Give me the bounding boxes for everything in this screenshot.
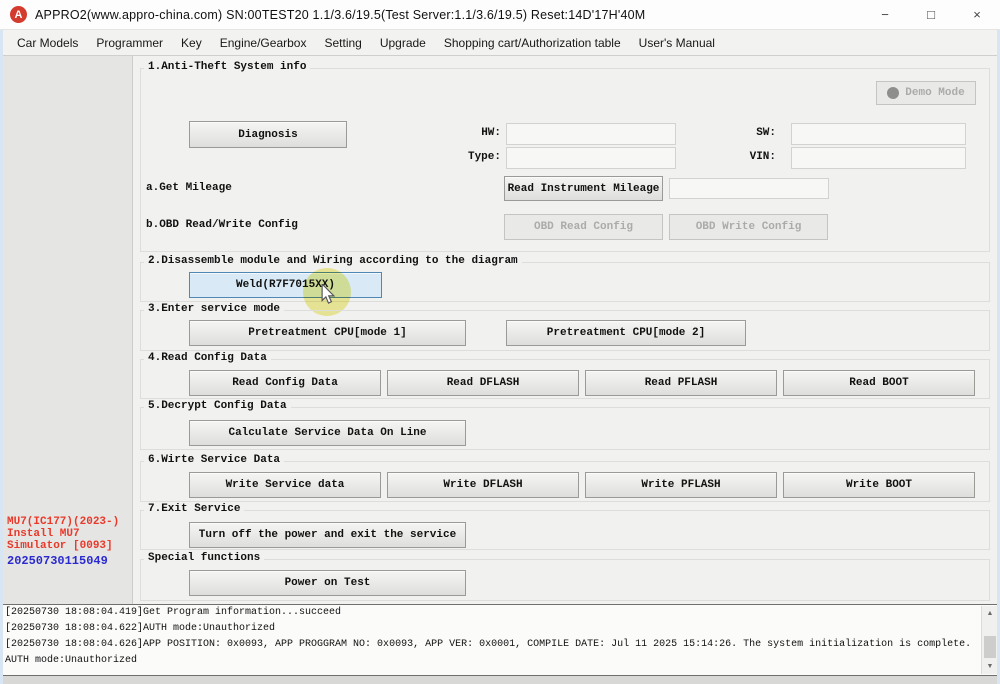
mileage-input[interactable] bbox=[669, 178, 829, 199]
get-mileage-label: a.Get Mileage bbox=[146, 182, 232, 194]
demo-mode-button[interactable]: Demo Mode bbox=[876, 81, 976, 105]
obd-config-label: b.OBD Read/Write Config bbox=[146, 219, 298, 231]
type-label: Type: bbox=[441, 151, 501, 163]
left-sidebar: MU7(IC177)(2023-) Install MU7 Simulator … bbox=[0, 56, 133, 604]
section-exit-service: 7.Exit Service Turn off the power and ex… bbox=[140, 510, 990, 550]
menu-engine-gearbox[interactable]: Engine/Gearbox bbox=[211, 32, 316, 54]
mouse-cursor-icon bbox=[319, 284, 337, 304]
scroll-down-icon[interactable]: ▼ bbox=[982, 659, 998, 674]
diagnosis-button[interactable]: Diagnosis bbox=[189, 121, 347, 148]
log-line: [20250730 18:08:04.626]APP POSITION: 0x0… bbox=[1, 637, 999, 653]
session-timestamp: 20250730115049 bbox=[7, 554, 108, 568]
section-title: 6.Wirte Service Data bbox=[144, 454, 284, 466]
section-decrypt-config-data: 5.Decrypt Config Data Calculate Service … bbox=[140, 407, 990, 450]
power-on-test-button[interactable]: Power on Test bbox=[189, 570, 466, 596]
menu-bar: Car Models Programmer Key Engine/Gearbox… bbox=[0, 30, 1000, 56]
module-line: Simulator [0093] bbox=[7, 540, 119, 552]
menu-programmer[interactable]: Programmer bbox=[87, 32, 172, 54]
section-title: 2.Disassemble module and Wiring accordin… bbox=[144, 255, 522, 267]
demo-mode-label: Demo Mode bbox=[905, 87, 964, 99]
obd-write-config-button[interactable]: OBD Write Config bbox=[669, 214, 828, 240]
hw-label: HW: bbox=[441, 127, 501, 139]
sw-label: SW: bbox=[716, 127, 776, 139]
obd-read-config-button[interactable]: OBD Read Config bbox=[504, 214, 663, 240]
module-line: Install MU7 bbox=[7, 528, 119, 540]
window-title: APPRO2(www.appro-china.com) SN:00TEST20 … bbox=[35, 8, 645, 22]
log-scrollbar[interactable]: ▲ ▼ bbox=[981, 606, 998, 674]
write-pflash-button[interactable]: Write PFLASH bbox=[585, 472, 777, 498]
section-enter-service-mode: 3.Enter service mode Pretreatment CPU[mo… bbox=[140, 310, 990, 351]
section-title: 3.Enter service mode bbox=[144, 303, 284, 315]
sw-input[interactable] bbox=[791, 123, 966, 145]
vin-input[interactable] bbox=[791, 147, 966, 169]
section-special-functions: Special functions Power on Test bbox=[140, 559, 990, 601]
write-boot-button[interactable]: Write BOOT bbox=[783, 472, 975, 498]
menu-key[interactable]: Key bbox=[172, 32, 211, 54]
read-dflash-button[interactable]: Read DFLASH bbox=[387, 370, 579, 396]
section-anti-theft-info: 1.Anti-Theft System info Demo Mode Diagn… bbox=[140, 68, 990, 252]
app-window: A APPRO2(www.appro-china.com) SN:00TEST2… bbox=[0, 0, 1000, 684]
pretreatment-cpu-mode1-button[interactable]: Pretreatment CPU[mode 1] bbox=[189, 320, 466, 346]
log-line: AUTH mode:Unauthorized bbox=[1, 653, 999, 669]
write-service-data-button[interactable]: Write Service data bbox=[189, 472, 381, 498]
section-title: 5.Decrypt Config Data bbox=[144, 400, 291, 412]
menu-upgrade[interactable]: Upgrade bbox=[371, 32, 435, 54]
section-title: 7.Exit Service bbox=[144, 503, 244, 515]
write-dflash-button[interactable]: Write DFLASH bbox=[387, 472, 579, 498]
read-pflash-button[interactable]: Read PFLASH bbox=[585, 370, 777, 396]
log-pane: [20250730 18:08:04.419]Get Program infor… bbox=[0, 604, 1000, 676]
type-input[interactable] bbox=[506, 147, 676, 169]
window-bottom-edge bbox=[0, 676, 1000, 684]
weld-button[interactable]: Weld(R7F7015XX) bbox=[189, 272, 382, 298]
minimize-button[interactable]: − bbox=[862, 0, 908, 29]
window-controls: − □ × bbox=[862, 0, 1000, 29]
menu-users-manual[interactable]: User's Manual bbox=[630, 32, 724, 54]
section-title: 4.Read Config Data bbox=[144, 352, 271, 364]
hw-input[interactable] bbox=[506, 123, 676, 145]
title-bar: A APPRO2(www.appro-china.com) SN:00TEST2… bbox=[0, 0, 1000, 30]
maximize-button[interactable]: □ bbox=[908, 0, 954, 29]
close-button[interactable]: × bbox=[954, 0, 1000, 29]
pretreatment-cpu-mode2-button[interactable]: Pretreatment CPU[mode 2] bbox=[506, 320, 746, 346]
app-logo-icon: A bbox=[10, 6, 27, 23]
log-line: [20250730 18:08:04.419]Get Program infor… bbox=[1, 605, 999, 621]
section-disassemble-wiring: 2.Disassemble module and Wiring accordin… bbox=[140, 262, 990, 302]
section-read-config-data: 4.Read Config Data Read Config Data Read… bbox=[140, 359, 990, 399]
read-boot-button[interactable]: Read BOOT bbox=[783, 370, 975, 396]
read-config-data-button[interactable]: Read Config Data bbox=[189, 370, 381, 396]
main-area: MU7(IC177)(2023-) Install MU7 Simulator … bbox=[0, 56, 1000, 604]
read-instrument-mileage-button[interactable]: Read Instrument Mileage bbox=[504, 176, 663, 201]
section-title: 1.Anti-Theft System info bbox=[144, 61, 310, 73]
content-pane: 1.Anti-Theft System info Demo Mode Diagn… bbox=[133, 56, 1000, 604]
module-info: MU7(IC177)(2023-) Install MU7 Simulator … bbox=[7, 516, 119, 552]
power-off-exit-service-button[interactable]: Turn off the power and exit the service bbox=[189, 522, 466, 548]
scroll-up-icon[interactable]: ▲ bbox=[982, 606, 998, 621]
module-line: MU7(IC177)(2023-) bbox=[7, 516, 119, 528]
section-title: Special functions bbox=[144, 552, 264, 564]
menu-car-models[interactable]: Car Models bbox=[8, 32, 87, 54]
menu-shopping-cart[interactable]: Shopping cart/Authorization table bbox=[435, 32, 630, 54]
calculate-service-data-button[interactable]: Calculate Service Data On Line bbox=[189, 420, 466, 446]
log-line: [20250730 18:08:04.622]AUTH mode:Unautho… bbox=[1, 621, 999, 637]
menu-setting[interactable]: Setting bbox=[315, 32, 370, 54]
scrollbar-thumb[interactable] bbox=[984, 636, 996, 658]
demo-mode-icon bbox=[887, 87, 899, 99]
section-write-service-data: 6.Wirte Service Data Write Service data … bbox=[140, 461, 990, 502]
vin-label: VIN: bbox=[716, 151, 776, 163]
